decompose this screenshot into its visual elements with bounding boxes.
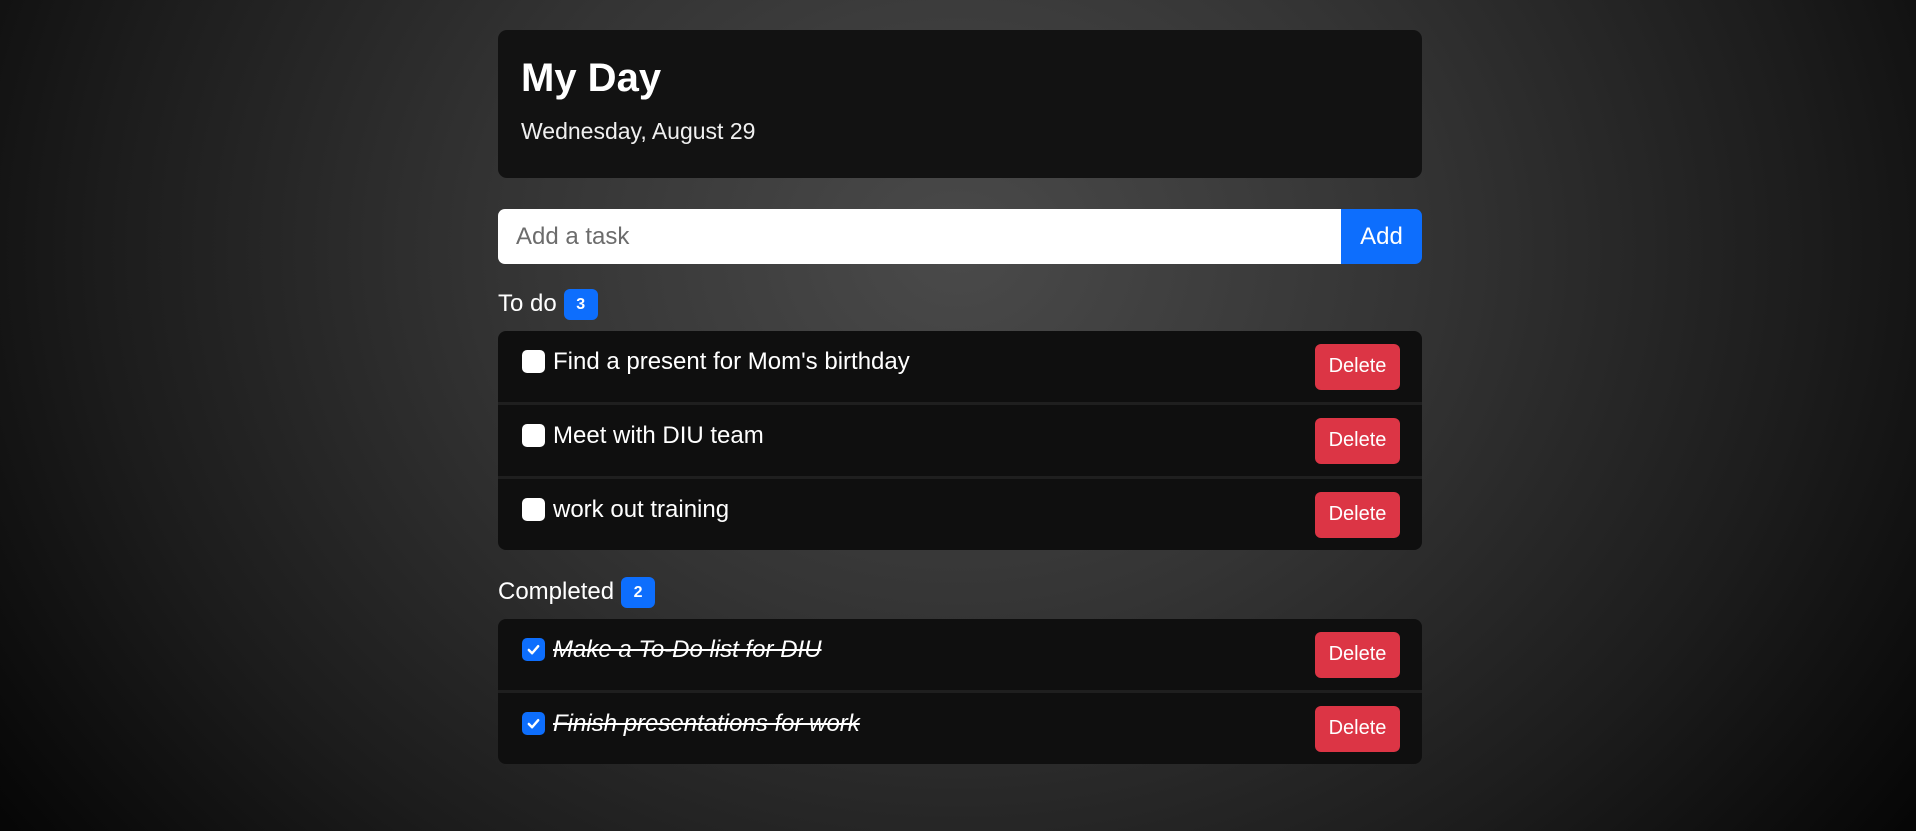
completed-item: Make a To-Do list for DIU Delete <box>498 619 1422 690</box>
task-input[interactable] <box>498 209 1341 264</box>
add-button[interactable]: Add <box>1341 209 1422 264</box>
task-text: Make a To-Do list for DIU <box>553 635 822 663</box>
task-checkbox-checked[interactable] <box>522 638 545 661</box>
delete-button[interactable]: Delete <box>1315 631 1400 678</box>
check-icon <box>527 645 540 655</box>
delete-button[interactable]: Delete <box>1315 343 1400 390</box>
todo-item: work out training Delete <box>498 476 1422 550</box>
completed-heading: Completed 2 <box>498 576 1422 608</box>
todo-item: Find a present for Mom's birthday Delete <box>498 331 1422 402</box>
todo-list: Find a present for Mom's birthday Delete… <box>498 331 1422 550</box>
delete-button[interactable]: Delete <box>1315 705 1400 752</box>
todo-label: To do <box>498 290 557 317</box>
page-date: Wednesday, August 29 <box>521 118 756 144</box>
delete-button[interactable]: Delete <box>1315 417 1400 464</box>
delete-button[interactable]: Delete <box>1315 491 1400 538</box>
completed-count-badge: 2 <box>621 576 656 608</box>
todo-app: My Day Wednesday, August 29 Add To do 3 … <box>498 30 1422 764</box>
header-card: My Day Wednesday, August 29 <box>498 30 1422 178</box>
task-text: Meet with DIU team <box>553 421 764 449</box>
task-checkbox[interactable] <box>522 498 545 521</box>
page-title: My Day <box>521 56 662 100</box>
add-task-form: Add <box>498 209 1422 264</box>
completed-item: Finish presentations for work Delete <box>498 690 1422 764</box>
task-checkbox[interactable] <box>522 350 545 373</box>
todo-item: Meet with DIU team Delete <box>498 402 1422 476</box>
task-checkbox-checked[interactable] <box>522 712 545 735</box>
completed-list: Make a To-Do list for DIU Delete Finish … <box>498 619 1422 764</box>
task-text: Find a present for Mom's birthday <box>553 347 910 375</box>
todo-heading: To do 3 <box>498 288 1422 320</box>
task-checkbox[interactable] <box>522 424 545 447</box>
task-text: work out training <box>553 495 730 523</box>
completed-label: Completed <box>498 578 615 605</box>
todo-count-badge: 3 <box>563 288 598 320</box>
check-icon <box>527 719 540 729</box>
task-text: Finish presentations for work <box>553 709 860 737</box>
